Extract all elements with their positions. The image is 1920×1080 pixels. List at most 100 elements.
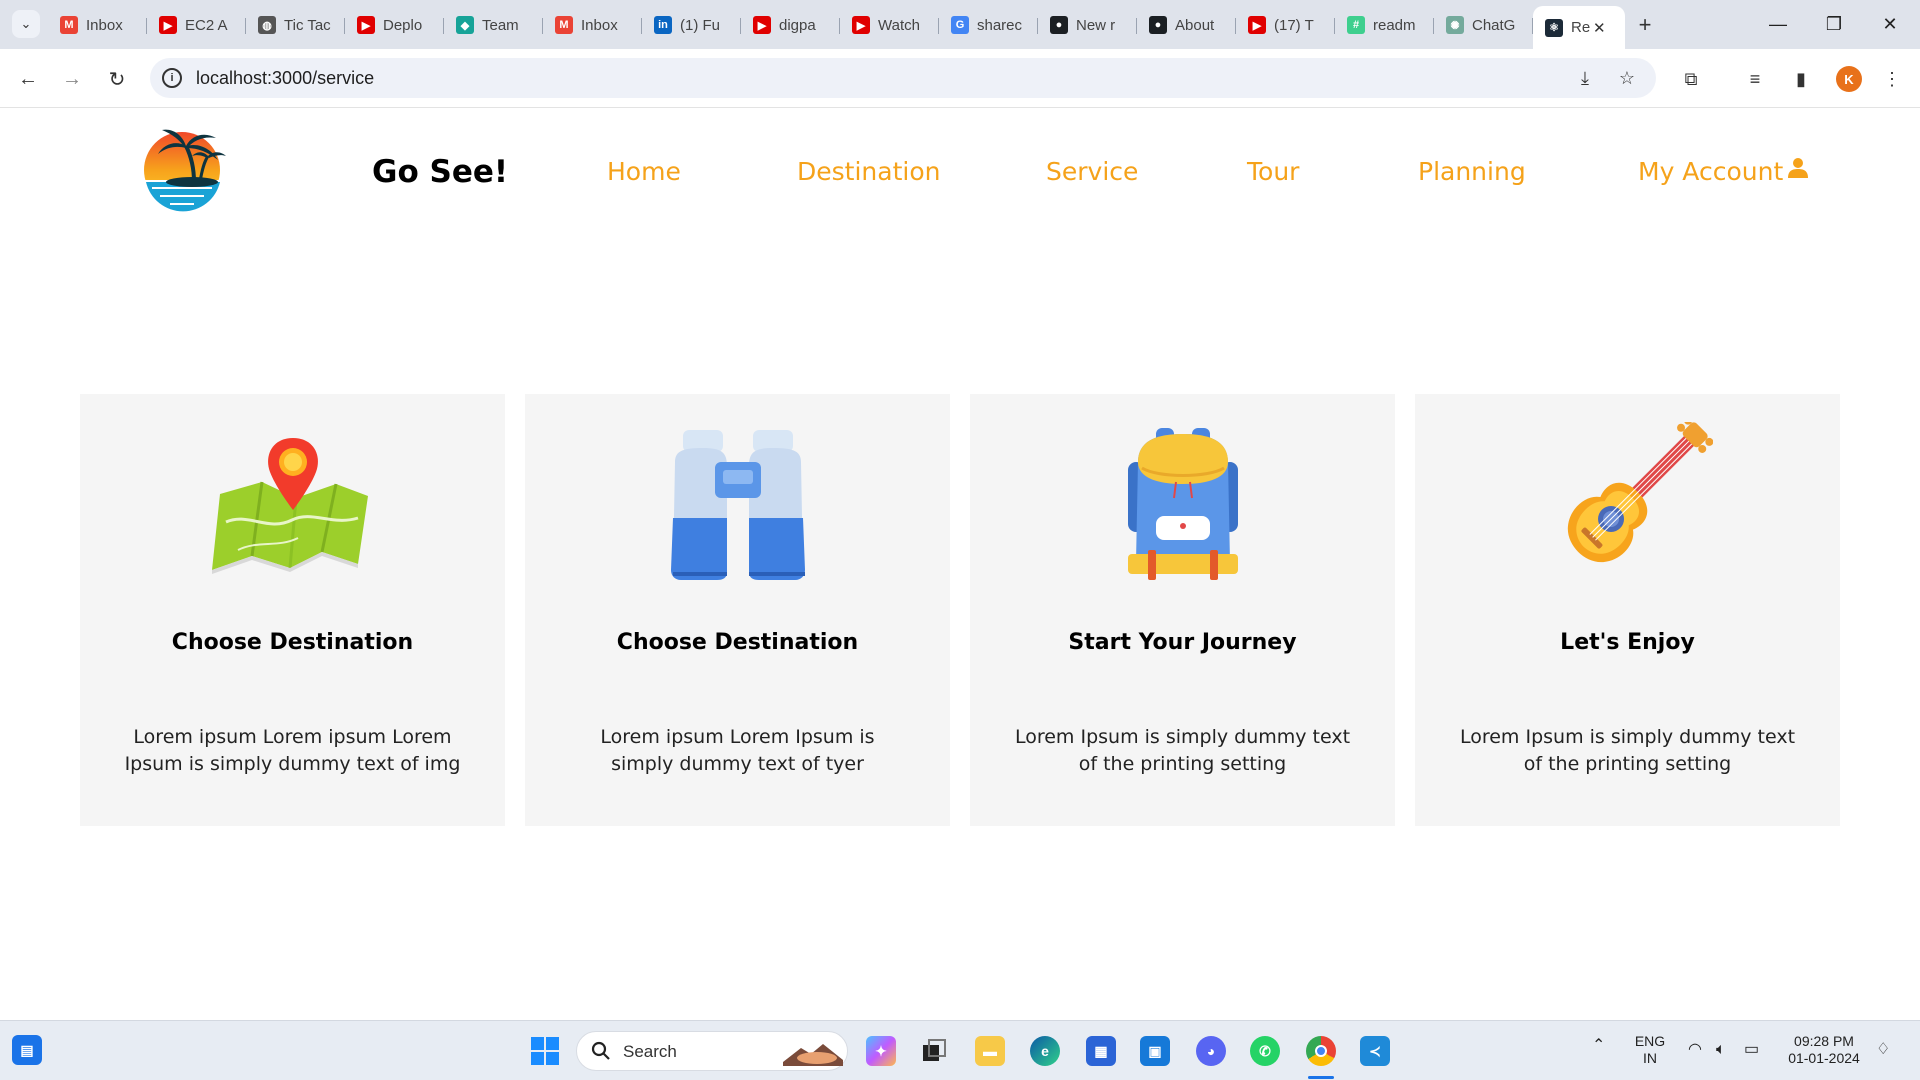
browser-tab[interactable]: Gsharec [939,6,1038,44]
nav-planning[interactable]: Planning [1418,157,1526,186]
github-icon: ● [1149,16,1167,34]
tab-title: (17) T [1274,16,1314,34]
file-explorer-icon[interactable]: ▬ [975,1036,1005,1066]
browser-tab[interactable]: ▶ Watch [840,6,939,44]
browser-tab[interactable]: ▶ EC2 A [147,6,246,44]
chrome-active-indicator [1308,1076,1334,1079]
discord-icon[interactable]: ◕ [1196,1036,1226,1066]
service-card-1: Choose Destination Lorem ipsum Lorem ips… [80,394,505,826]
forward-button[interactable]: → [59,66,85,92]
card-description: Lorem ipsum Lorem Ipsum is simply dummy … [600,726,875,775]
brand-name[interactable]: Go See! [372,154,508,190]
restore-button[interactable]: ❐ [1806,0,1862,49]
nav-my-account[interactable]: My Account [1638,157,1809,186]
map-pin-icon [211,438,368,574]
browser-tab[interactable]: # readm [1335,6,1434,44]
browser-toolbar: ← → ↻ i localhost:3000/service ⤓ ☆ [0,49,1920,108]
store-icon[interactable]: ▦ [1086,1036,1116,1066]
profile-avatar[interactable]: K [1836,66,1862,92]
site-info-icon[interactable]: i [162,68,182,88]
youtube-icon: ▶ [852,16,870,34]
linkedin-icon: in [654,16,672,34]
app-icon[interactable]: ▣ [1140,1036,1170,1066]
notification-bell-icon[interactable]: ♢ [1876,1041,1890,1058]
card-title: Start Your Journey [1068,630,1297,655]
clock[interactable]: 09:28 PM 01-01-2024 [1782,1033,1866,1067]
vscode-icon[interactable]: ≺ [1360,1036,1390,1066]
browser-tab[interactable]: ◆ Team [444,6,543,44]
battery-icon[interactable]: ▭ [1744,1041,1759,1058]
tab-title: Watch [878,16,920,34]
side-panel-icon[interactable]: ▮ [1788,66,1814,92]
taskbar-search-box[interactable]: Search [576,1031,848,1071]
card-title: Choose Destination [616,630,859,655]
tab-title: readm [1373,16,1416,34]
close-tab-icon[interactable]: ✕ [1593,19,1606,37]
language-indicator[interactable]: ENG IN [1630,1033,1670,1067]
back-button[interactable]: ← [15,66,41,92]
github-icon: ● [1050,16,1068,34]
browser-menu-icon[interactable]: ⋮ [1879,66,1905,92]
widgets-icon[interactable]: ▤ [12,1035,42,1065]
guitar-icon [1567,422,1713,563]
openai-icon: ✺ [1446,16,1464,34]
browser-tab[interactable]: ▶ (17) T [1236,6,1335,44]
react-icon: ⚛ [1545,18,1563,37]
windows-taskbar: ▤ Search ✦ ▬ e ▦ ▣ ◕ ✆ ≺ ⌃ ENG IN ◠ 🔈︎ ▭ … [0,1020,1920,1080]
media-control-icon[interactable]: ≡ [1742,66,1768,92]
browser-tab[interactable]: M Inbox [48,6,147,44]
service-card-4: Let's Enjoy Lorem Ipsum is simply dummy … [1415,394,1840,826]
browser-tab[interactable]: ▶ Deplo [345,6,444,44]
wifi-icon[interactable]: ◠ [1688,1041,1702,1058]
tab-title: Team [482,16,519,34]
youtube-icon: ▶ [159,16,177,34]
chrome-icon[interactable] [1306,1036,1336,1066]
nav-home[interactable]: Home [607,157,681,186]
reload-button[interactable]: ↻ [104,66,130,92]
gmail-icon: M [60,16,78,34]
close-window-button[interactable]: ✕ [1862,0,1918,49]
browser-tab-active[interactable]: ⚛ Re ✕ [1533,6,1625,49]
search-icon [591,1041,610,1060]
tab-title: Tic Tac [284,16,331,34]
nav-tour[interactable]: Tour [1247,157,1299,186]
nav-destination[interactable]: Destination [797,157,940,186]
tab-title: ChatG [1472,16,1516,34]
globe-icon: ◍ [258,16,276,34]
tab-title: EC2 A [185,16,228,34]
card-title: Choose Destination [171,630,414,655]
tab-title: New r [1076,16,1116,34]
address-bar[interactable]: i localhost:3000/service ⤓ ☆ [150,58,1656,98]
tab-title: Re [1571,19,1591,36]
nav-service[interactable]: Service [1046,157,1138,186]
service-card-3: Start Your Journey Lorem Ipsum is simply… [970,394,1395,826]
browser-tab[interactable]: ● New r [1038,6,1137,44]
install-app-icon[interactable]: ⤓ [1573,66,1597,90]
tab-search-button[interactable]: ⌄ [12,10,40,38]
task-view-icon[interactable] [920,1036,950,1066]
browser-tab[interactable]: ● About [1137,6,1236,44]
card-description: Lorem ipsum Lorem ipsum Lorem Ipsum is s… [124,726,461,775]
tab-title: Inbox [86,16,123,34]
browser-tab[interactable]: in (1) Fu [642,6,741,44]
minimize-button[interactable]: — [1750,0,1806,49]
edge-icon[interactable]: e [1030,1036,1060,1066]
browser-tab[interactable]: ▶ digpa [741,6,840,44]
browser-tab[interactable]: ◍ Tic Tac [246,6,345,44]
whatsapp-icon[interactable]: ✆ [1250,1036,1280,1066]
extensions-icon[interactable]: ⧉ [1678,66,1704,92]
url-text[interactable]: localhost:3000/service [196,68,374,89]
show-hidden-icons[interactable]: ⌃ [1592,1037,1605,1054]
bookmark-star-icon[interactable]: ☆ [1615,66,1639,90]
volume-icon[interactable]: 🔈︎ [1716,1041,1726,1058]
windows-start-icon[interactable] [530,1036,560,1066]
tab-title: About [1175,16,1215,34]
new-tab-button[interactable]: + [1625,6,1665,44]
card-description: Lorem Ipsum is simply dummy text of the … [1459,726,1796,775]
browser-tab[interactable]: M Inbox [543,6,642,44]
copilot-icon[interactable]: ✦ [866,1036,896,1066]
browser-tab[interactable]: ✺ ChatG [1434,6,1533,44]
palm-tree-logo[interactable] [142,126,228,216]
user-icon [1788,158,1809,178]
nav-my-account-label: My Account [1638,157,1784,186]
